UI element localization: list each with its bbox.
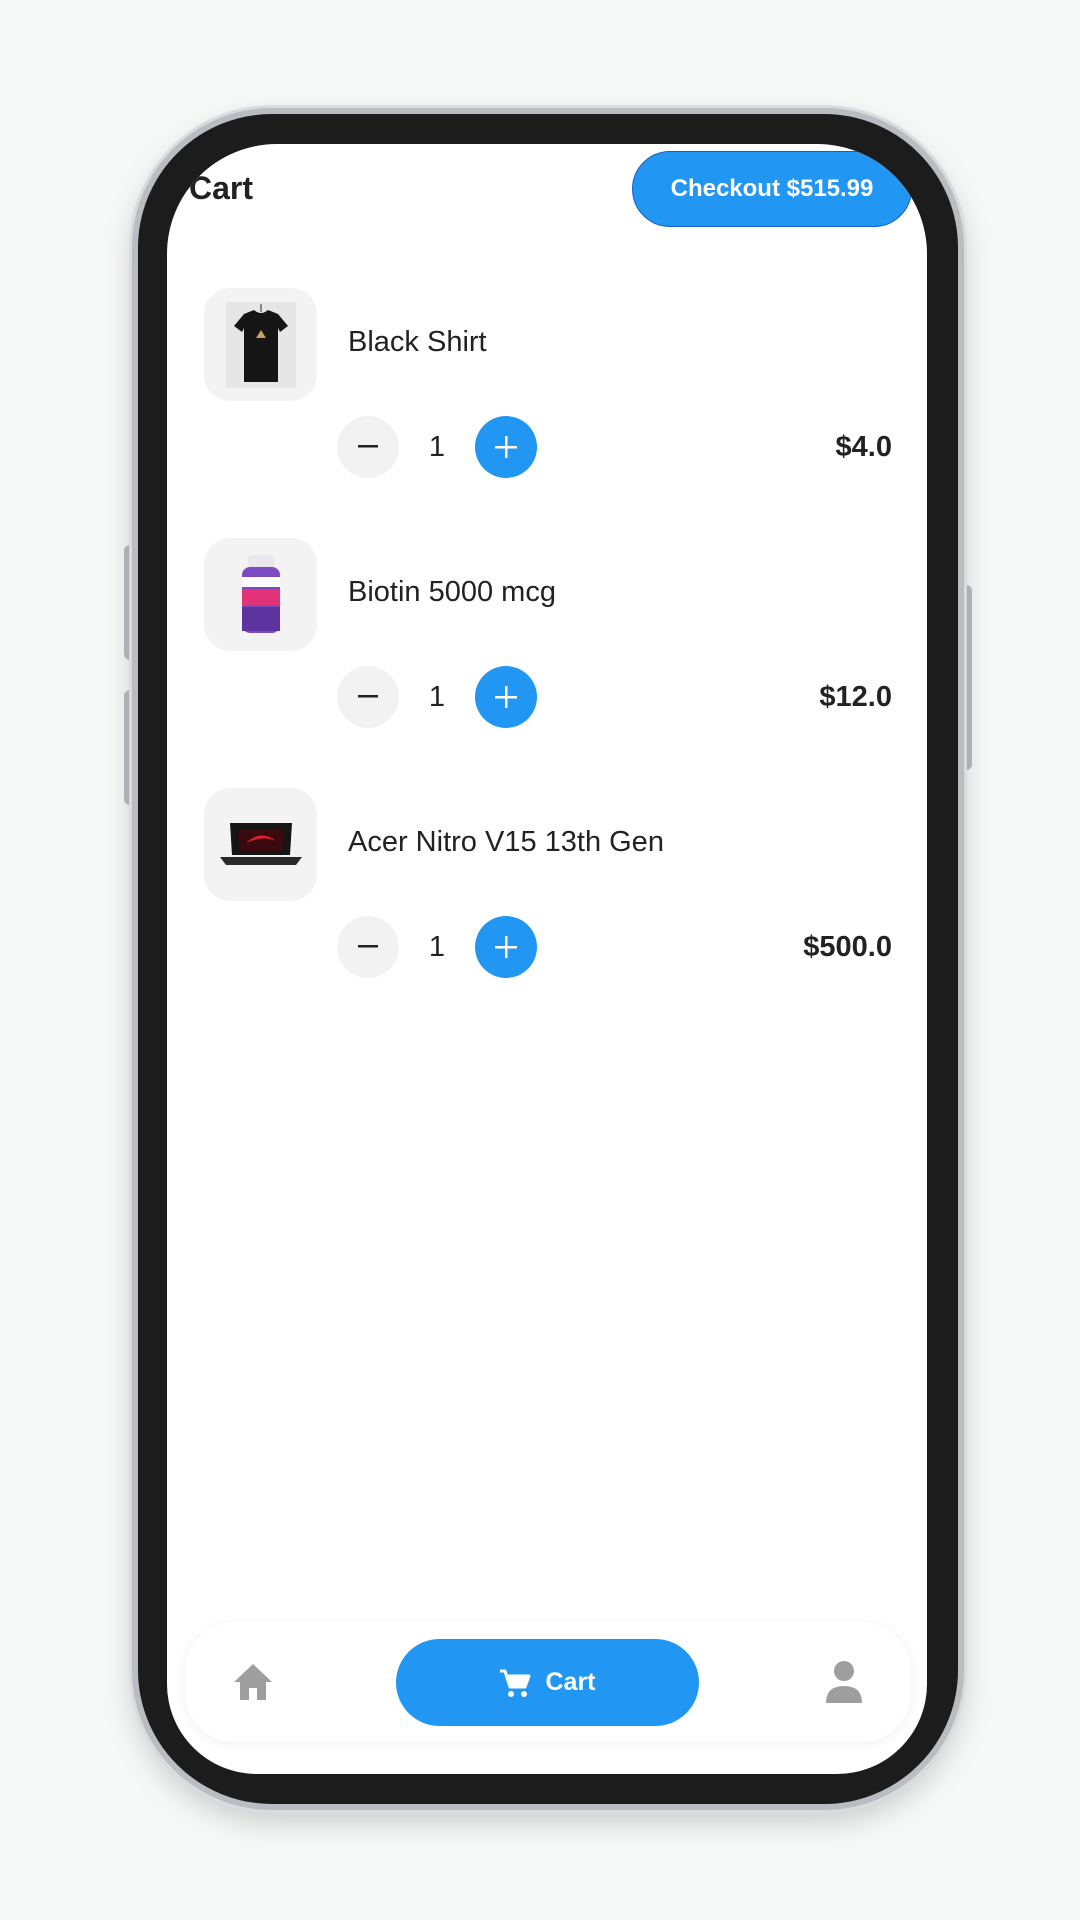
cart-item-biotin: Biotin 5000 mcg 1 $12.0 [167, 538, 927, 748]
quantity-value: 1 [428, 430, 446, 463]
product-thumbnail[interactable] [204, 288, 317, 401]
increase-quantity-button[interactable] [475, 666, 537, 728]
nav-cart-button[interactable]: Cart [396, 1639, 699, 1726]
nav-profile-button[interactable] [825, 1660, 863, 1704]
laptop-image [219, 822, 302, 865]
minus-icon [358, 945, 378, 948]
increase-quantity-button[interactable] [475, 416, 537, 478]
item-name: Acer Nitro V15 13th Gen [348, 826, 664, 858]
plus-icon [495, 436, 517, 458]
plus-icon [495, 686, 517, 708]
person-icon [826, 1661, 862, 1703]
decrease-quantity-button[interactable] [337, 916, 399, 978]
nav-cart-label: Cart [545, 1668, 596, 1696]
plus-icon [495, 936, 517, 958]
item-name: Biotin 5000 mcg [348, 576, 556, 608]
cart-item-acer-nitro: Acer Nitro V15 13th Gen 1 $500.0 [167, 788, 927, 998]
minus-icon [358, 445, 378, 448]
quantity-value: 1 [428, 680, 446, 713]
bottom-navigation: Cart [185, 1622, 911, 1742]
app-screen: Cart Checkout $515.99 Black Shirt 1 $4.0 [167, 144, 927, 1774]
nav-home-button[interactable] [232, 1662, 274, 1702]
checkout-button[interactable]: Checkout $515.99 [632, 151, 912, 227]
quantity-value: 1 [428, 930, 446, 963]
product-thumbnail[interactable] [204, 538, 317, 651]
item-price: $500.0 [803, 930, 892, 963]
cart-item-black-shirt: Black Shirt 1 $4.0 [167, 288, 927, 498]
page-title: Cart [189, 170, 254, 206]
cart-icon [500, 1669, 531, 1697]
increase-quantity-button[interactable] [475, 916, 537, 978]
item-name: Black Shirt [348, 326, 487, 358]
item-price: $12.0 [819, 680, 892, 713]
black-shirt-image [225, 301, 296, 388]
product-thumbnail[interactable] [204, 788, 317, 901]
decrease-quantity-button[interactable] [337, 666, 399, 728]
decrease-quantity-button[interactable] [337, 416, 399, 478]
home-icon [234, 1664, 272, 1700]
minus-icon [358, 695, 378, 698]
item-price: $4.0 [835, 430, 892, 463]
biotin-bottle-image [241, 554, 280, 633]
